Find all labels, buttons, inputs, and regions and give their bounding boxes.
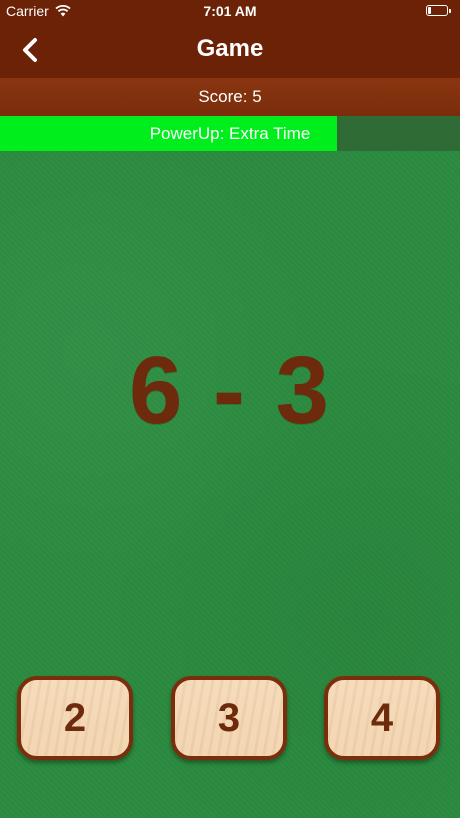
answer-label: 4: [370, 695, 394, 740]
page-title: Game: [196, 35, 264, 62]
score-label: Score: 5: [198, 87, 262, 106]
status-bar: Carrier 7:01 AM: [0, 0, 460, 22]
answer-label: 2: [63, 695, 87, 740]
play-area: 6 - 3 2 3 4: [0, 151, 460, 818]
nav-bar: Game: [0, 22, 460, 78]
powerup-progress-track: PowerUp: Extra Time: [0, 116, 460, 151]
battery-icon: [426, 5, 451, 16]
answer-button-2[interactable]: 3: [171, 676, 287, 760]
answer-button-3[interactable]: 4: [324, 676, 440, 760]
equation-display: 6 - 3: [128, 337, 332, 444]
powerup-label: PowerUp: Extra Time: [149, 124, 311, 143]
status-time: 7:01 AM: [203, 3, 257, 19]
answer-label: 3: [217, 695, 241, 740]
score-bar: Score: 5: [0, 78, 460, 116]
battery-level: [428, 7, 431, 14]
answer-button-1[interactable]: 2: [17, 676, 133, 760]
